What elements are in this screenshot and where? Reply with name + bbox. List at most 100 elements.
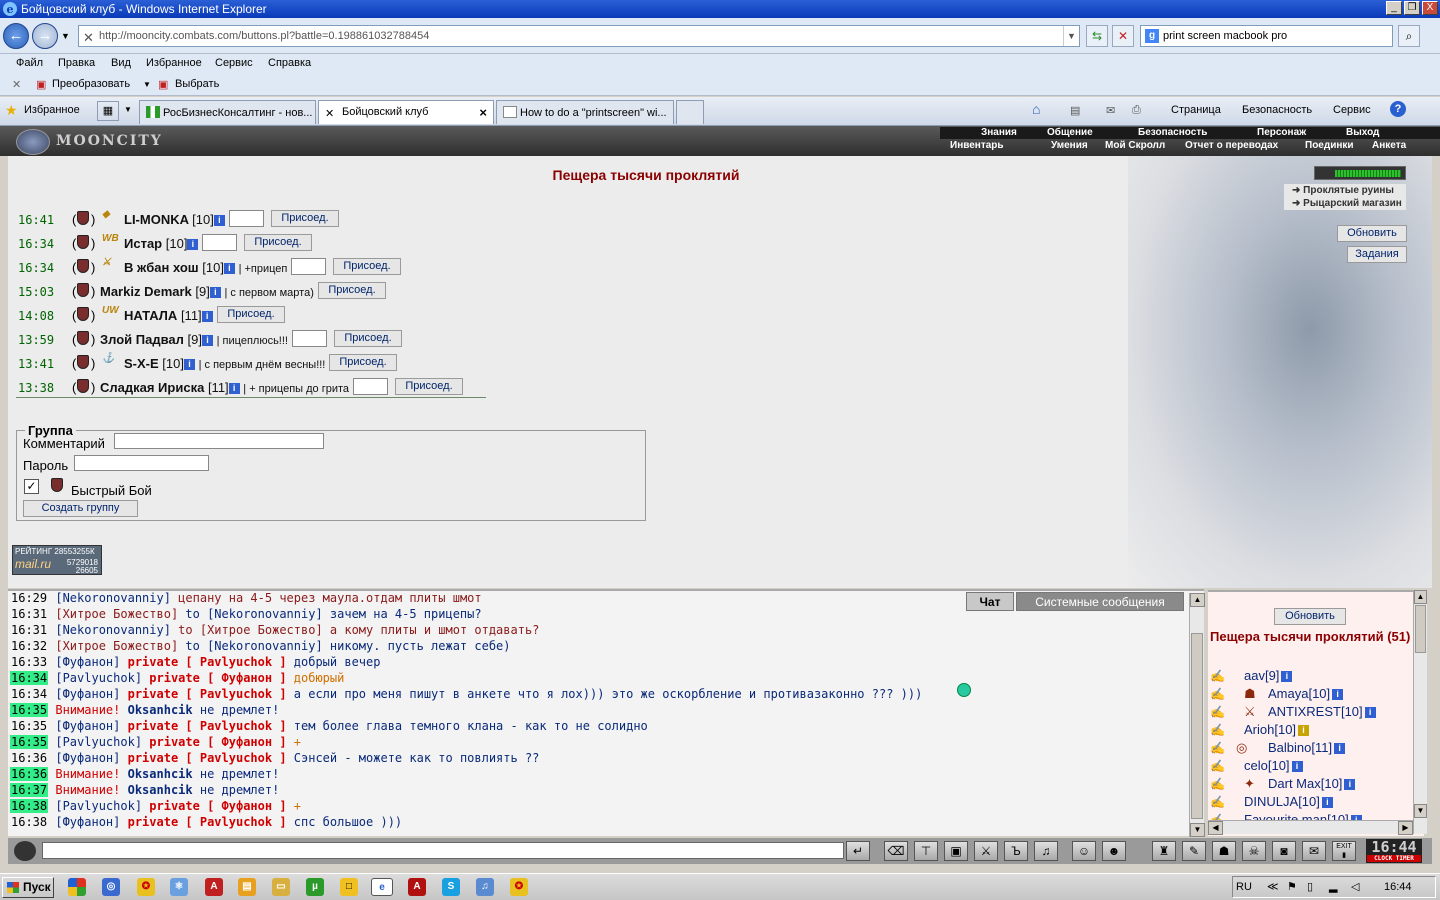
- online-user[interactable]: ✍ ☗ Amaya[10] i: [1210, 686, 1420, 704]
- join-battle-button[interactable]: Присоед.: [244, 234, 312, 251]
- windows-icon[interactable]: [68, 878, 86, 896]
- online-refresh-button[interactable]: Обновить: [1274, 608, 1346, 625]
- info-icon[interactable]: i: [209, 287, 221, 298]
- private-message-icon[interactable]: ✍: [1210, 669, 1232, 684]
- page-menu[interactable]: Страница: [1171, 104, 1221, 116]
- join-battle-button[interactable]: Присоед.: [395, 378, 463, 395]
- message-time[interactable]: 16:31: [10, 623, 48, 637]
- app-icon[interactable]: □: [340, 878, 358, 896]
- private-message-icon[interactable]: ✍: [1210, 777, 1232, 792]
- message-time[interactable]: 16:35: [10, 703, 49, 717]
- tab-system-messages[interactable]: Системные сообщения: [1016, 592, 1184, 611]
- mask-icon[interactable]: ☻: [1102, 841, 1126, 861]
- message-text[interactable]: [Фуфанон]: [48, 687, 120, 701]
- utorrent-icon[interactable]: µ: [306, 878, 324, 896]
- link-knight-shop[interactable]: ➜ Рыцарский магазин: [1284, 197, 1406, 210]
- join-comment-input[interactable]: [202, 234, 237, 251]
- itunes-icon[interactable]: ♫: [476, 878, 494, 896]
- ie-taskbar-icon[interactable]: e: [371, 878, 393, 896]
- stop-icon[interactable]: ✕: [1112, 25, 1134, 47]
- address-bar[interactable]: ✕ http://mooncity.combats.com/buttons.pl…: [78, 25, 1080, 47]
- nav-security[interactable]: Безопасность: [1138, 127, 1207, 138]
- message-text[interactable]: [Pavlyuchok]: [48, 799, 142, 813]
- nav-character[interactable]: Персонаж: [1257, 127, 1306, 138]
- nav-inventory[interactable]: Инвентарь: [950, 140, 1004, 151]
- tray-expand-icon[interactable]: ≪: [1267, 880, 1279, 893]
- private-recipient[interactable]: private [ Pavlyuchok ]: [120, 815, 287, 829]
- menu-view[interactable]: Вид: [111, 57, 131, 69]
- translit-icon[interactable]: Ъ: [1004, 841, 1028, 861]
- private-recipient[interactable]: private [ Pavlyuchok ]: [120, 751, 287, 765]
- private-message-icon[interactable]: ✍: [1210, 759, 1232, 774]
- private-message-icon[interactable]: ✍: [1210, 687, 1232, 702]
- online-user[interactable]: ✍ ◎ Balbino[11] i: [1210, 740, 1420, 758]
- info-icon[interactable]: i: [202, 335, 214, 346]
- feeds-icon[interactable]: ▤: [1070, 104, 1080, 117]
- player-name[interactable]: Злой Падвал [9] i | пицеплюсь!!!: [100, 332, 288, 347]
- join-comment-input[interactable]: [292, 330, 327, 347]
- online-scrollbar[interactable]: ▲ ▼: [1413, 590, 1427, 834]
- exit-button[interactable]: EXIT ▮: [1332, 841, 1356, 861]
- menu-edit[interactable]: Правка: [58, 57, 95, 69]
- message-text[interactable]: [Pavlyuchok]: [48, 671, 142, 685]
- info-icon[interactable]: i: [1344, 779, 1356, 790]
- folder-icon[interactable]: ▤: [238, 878, 256, 896]
- online-user[interactable]: ✍ ✦ Dart Max[10] i: [1210, 776, 1420, 794]
- camera-icon[interactable]: ◙: [1272, 841, 1296, 861]
- favorites-button[interactable]: Избранное: [24, 104, 80, 116]
- user-name[interactable]: DINULJA[10] i: [1244, 794, 1333, 809]
- home-icon[interactable]: ⌂: [1032, 101, 1040, 117]
- comment-input[interactable]: [114, 433, 324, 449]
- private-recipient[interactable]: private [ Pavlyuchok ]: [120, 655, 287, 669]
- private-message-icon[interactable]: ✍: [1210, 795, 1232, 810]
- close-button[interactable]: X: [1422, 1, 1438, 15]
- chat-input[interactable]: [42, 842, 844, 859]
- nav-skills[interactable]: Умения: [1051, 140, 1088, 151]
- new-tab-button[interactable]: [676, 100, 704, 124]
- mail-icon[interactable]: ✉: [1106, 104, 1115, 117]
- player-name[interactable]: В жбан хош [10] i | +прицеп: [124, 260, 287, 275]
- player-name[interactable]: Сладкая Ириска [11] i | + прицепы до грит…: [100, 380, 349, 395]
- player-name[interactable]: S-X-E [10] i | с первым днём весны!!!: [124, 356, 325, 371]
- link-cursed-ruins[interactable]: ➜ Проклятые руины: [1284, 184, 1406, 197]
- search-input[interactable]: g print screen macbook pro: [1140, 25, 1393, 47]
- tools-menu[interactable]: Сервис: [1333, 104, 1371, 116]
- network-icon[interactable]: ⚛: [170, 878, 188, 896]
- private-recipient[interactable]: private [ Фуфанон ]: [142, 735, 286, 749]
- tab-chat[interactable]: Чат: [966, 592, 1014, 611]
- scroll-right-icon[interactable]: ▶: [1398, 821, 1413, 835]
- scroll-up-icon[interactable]: ▲: [1414, 590, 1427, 604]
- scroll-thumb[interactable]: [1415, 605, 1426, 653]
- info-icon[interactable]: i: [1332, 689, 1344, 700]
- search-icon[interactable]: ⌕: [1398, 25, 1420, 47]
- language-indicator[interactable]: RU: [1236, 881, 1252, 893]
- tray-clock[interactable]: 16:44: [1384, 881, 1412, 893]
- join-comment-input[interactable]: [291, 258, 326, 275]
- info-icon[interactable]: i: [1291, 761, 1303, 772]
- message-text[interactable]: [Nekoronovanniy]: [48, 591, 171, 605]
- player-name[interactable]: НАТАЛА [11] i: [124, 308, 213, 323]
- volume-icon[interactable]: ◁: [1351, 880, 1359, 893]
- history-dropdown-icon[interactable]: ▼: [61, 31, 70, 41]
- message-text[interactable]: [Фуфанон]: [48, 655, 120, 669]
- join-battle-button[interactable]: Присоед.: [334, 330, 402, 347]
- scroll-down-icon[interactable]: ▼: [1414, 804, 1427, 818]
- safety-menu[interactable]: Безопасность: [1242, 104, 1312, 116]
- close-toolbar-icon[interactable]: ✕: [12, 78, 21, 91]
- private-message-icon[interactable]: ✍: [1210, 705, 1232, 720]
- chat-settings-icon[interactable]: [14, 841, 36, 861]
- password-input[interactable]: [74, 455, 209, 471]
- send-icon[interactable]: ↵: [846, 841, 870, 861]
- nav-my-scroll[interactable]: Мой Скролл: [1105, 140, 1165, 151]
- back-button[interactable]: ←: [3, 23, 29, 49]
- message-text[interactable]: [Pavlyuchok]: [48, 735, 142, 749]
- message-text[interactable]: Oksanhcik: [120, 767, 193, 781]
- favorites-star-icon[interactable]: ★: [5, 102, 18, 119]
- create-group-button[interactable]: Создать группу: [23, 500, 138, 517]
- menu-file[interactable]: Файл: [16, 57, 43, 69]
- join-battle-button[interactable]: Присоед.: [318, 282, 386, 299]
- select-button[interactable]: Выбрать: [175, 78, 219, 90]
- globe-icon[interactable]: ◎: [102, 878, 120, 896]
- private-recipient[interactable]: private [ Pavlyuchok ]: [120, 687, 287, 701]
- skull-icon[interactable]: ☠: [1242, 841, 1266, 861]
